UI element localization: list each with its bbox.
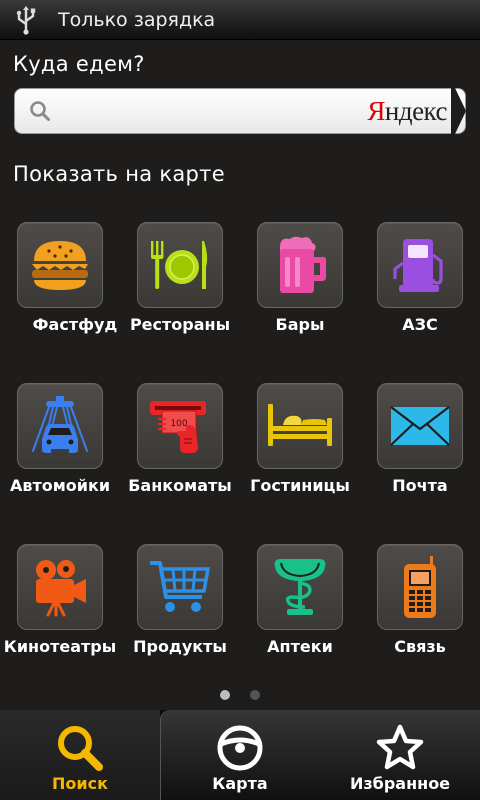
category-tile-atm[interactable]: 100 (137, 383, 223, 469)
beer-mug-icon (280, 236, 326, 293)
tab-favorites[interactable]: Избранное (320, 710, 480, 800)
status-bar: Только зарядка (0, 0, 480, 40)
mobile-phone-icon (404, 556, 436, 618)
restaurant-icon (151, 241, 208, 289)
category-tile-restaurants[interactable] (137, 222, 223, 308)
tab-map-label: Карта (212, 774, 268, 793)
category-label-fuel: АЗС (402, 315, 438, 334)
category-label-pharmacy: Аптеки (267, 637, 333, 656)
category-tile-cinema[interactable] (17, 544, 103, 630)
search-input[interactable] (59, 91, 365, 131)
tab-favorites-label: Избранное (349, 774, 451, 793)
atm-icon: 100 (150, 401, 206, 453)
movie-camera-icon (36, 560, 86, 617)
star-icon (376, 724, 424, 770)
search-submit-arrow (451, 88, 466, 134)
category-label-bars: Бары (275, 315, 325, 334)
category-tile-bars[interactable] (257, 222, 343, 308)
yandex-brand-rest: ндекс (384, 95, 448, 126)
car-wash-icon (32, 396, 88, 453)
tab-search[interactable]: Поиск (0, 710, 160, 800)
section-title: Показать на карте (13, 162, 225, 186)
burger-icon (32, 241, 88, 290)
yandex-brand-first-letter: Я (367, 95, 385, 126)
category-tile-fuel[interactable] (377, 222, 463, 308)
category-label-mail: Почта (392, 476, 448, 495)
tab-map[interactable]: Карта (160, 710, 320, 800)
shopping-cart-icon (150, 561, 211, 612)
category-tile-groceries[interactable] (137, 544, 223, 630)
category-label-groceries: Продукты (133, 637, 227, 656)
status-text: Только зарядка (58, 8, 216, 31)
category-tile-carwash[interactable] (17, 383, 103, 469)
bottom-tab-bar: Поиск Карта Избранное (0, 710, 480, 800)
page-dot[interactable] (250, 690, 260, 700)
bed-icon (268, 404, 332, 446)
category-tile-fastfood[interactable] (17, 222, 103, 308)
yandex-logo: Яндекс (365, 88, 466, 134)
category-label-atm: Банкоматы (128, 476, 232, 495)
category-tile-pharmacy[interactable] (257, 544, 343, 630)
pharmacy-icon (274, 559, 326, 615)
envelope-icon (390, 406, 450, 446)
yandex-brand: Яндекс (367, 96, 447, 127)
search-bar[interactable]: Яндекс (14, 88, 466, 134)
category-tile-mail[interactable] (377, 383, 463, 469)
search-icon (30, 101, 50, 121)
usb-icon (6, 0, 46, 40)
fuel-pump-icon (393, 239, 443, 292)
page-dot-active[interactable] (220, 690, 230, 700)
atm-note-label: 100 (170, 419, 187, 429)
search-icon (58, 726, 103, 771)
page-indicator (0, 690, 480, 702)
category-label-telecom: Связь (394, 637, 446, 656)
tab-search-label: Поиск (52, 774, 108, 793)
category-label-hotels: Гостиницы (250, 476, 350, 495)
steering-wheel-icon (217, 725, 263, 771)
category-tile-hotels[interactable] (257, 383, 343, 469)
category-label-restaurants: Рестораны (129, 315, 231, 334)
category-tile-telecom[interactable] (377, 544, 463, 630)
prompt-heading: Куда едем? (13, 52, 145, 76)
